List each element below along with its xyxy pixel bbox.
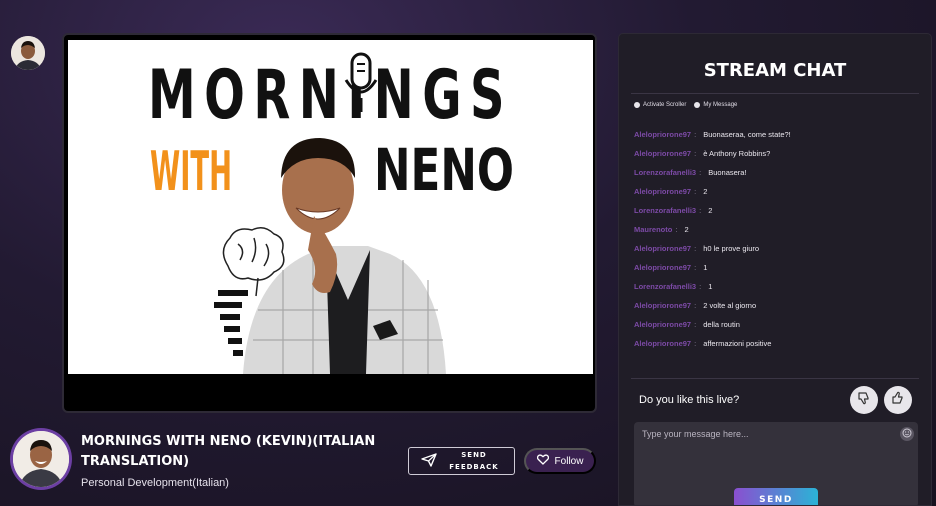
streamer-avatar[interactable] [10,428,72,490]
chat-text: è Anthony Robbins? [703,149,771,158]
chat-text: 2 [703,187,708,196]
chat-options: Activate Scroller My Message [634,102,737,108]
chat-username[interactable]: Alelopriorone97 [634,339,691,348]
heart-icon [536,454,549,468]
chat-message-input[interactable] [642,426,882,442]
stream-title: MORNINGS WITH NENO (KEVIN)(ITALIAN TRANS… [81,434,376,469]
chat-message: Lorenzorafanelli3:1 [634,282,713,291]
chat-username[interactable]: Alelopriorone97 [634,320,691,329]
user-avatar[interactable] [11,36,45,70]
my-message-label: My Message [703,102,738,108]
chat-text: Buonasera! [708,168,747,177]
chat-text: Buonaseraa, come state?! [703,130,791,139]
thumbs-up-button[interactable] [884,386,912,414]
chat-message-list[interactable]: Alelopriorone97: Buonaseraa, come state?!… [634,125,924,353]
chat-username[interactable]: Lorenzorafanelli3 [634,168,696,177]
chat-username[interactable]: Alelopriorone97 [634,301,691,310]
send-button[interactable]: SEND [734,488,818,505]
activate-scroller-toggle[interactable]: Activate Scroller [634,102,686,108]
video-poster: MORNINGS WITH NENO [68,40,593,374]
send-feedback-button[interactable]: SEND FEEDBACK [408,447,515,475]
chat-divider [631,93,919,94]
chat-username[interactable]: Alelopriorone97 [634,130,691,139]
chat-message: Alelopriorone97: h0 le prove giuro [634,244,760,253]
emoji-button[interactable] [900,427,914,441]
chat-username[interactable]: Alelopriorone97 [634,187,691,196]
chat-text: 2 volte al giorno [703,301,757,310]
thumbs-down-icon [857,391,871,410]
poster-title-mornings: MORNINGS [148,56,513,135]
chat-message: Alelopriorone97: affermazioni positive [634,339,772,348]
radio-dot-icon [634,102,640,108]
chat-message: Alelopriorone97: della routin [634,320,740,329]
chat-divider [631,378,919,379]
chat-text: 2 [708,206,713,215]
chat-message: Alelopriorone97: è Anthony Robbins? [634,149,771,158]
thumbs-up-icon [891,391,905,410]
my-message-toggle[interactable]: My Message [694,102,737,108]
chat-username[interactable]: Lorenzorafanelli3 [634,282,696,291]
activate-scroller-label: Activate Scroller [643,102,687,108]
chat-text: 2 [684,225,689,234]
poster-title-neno: NENO [374,136,514,204]
chat-username[interactable]: Alelopriorone97 [634,149,691,158]
emoji-icon [902,425,912,443]
follow-label: Follow [554,455,584,467]
chat-username[interactable]: Alelopriorone97 [634,263,691,272]
paper-plane-icon [421,452,437,470]
chat-message: Alelopriorone97:2 [634,187,708,196]
send-feedback-label: SEND FEEDBACK [449,451,499,471]
stream-chat-panel: STREAM CHAT Activate Scroller My Message… [618,33,932,506]
poster-title-with: WITH [150,140,232,203]
thumbs-down-button[interactable] [850,386,878,414]
chat-message: Lorenzorafanelli3:2 [634,206,713,215]
chat-message: Lorenzorafanelli3: Buonasera! [634,168,747,177]
chat-text: 1 [703,263,708,272]
follow-button[interactable]: Follow [524,448,596,474]
chat-text: affermazioni positive [703,339,772,348]
chat-text: della routin [703,320,740,329]
chat-title: STREAM CHAT [703,60,847,81]
chat-message: Alelopriorone97: Buonaseraa, come state?! [634,130,791,139]
radio-dot-icon [694,102,701,108]
chat-message: Alelopriorone97:1 [634,263,708,272]
chat-username[interactable]: Maurenoto [634,225,672,234]
like-question: Do you like this live? [639,394,740,406]
chat-username[interactable]: Lorenzorafanelli3 [634,206,696,215]
chat-message: Maurenoto:2 [634,225,689,234]
chat-text: 1 [708,282,713,291]
chat-username[interactable]: Alelopriorone97 [634,244,691,253]
chat-message: Alelopriorone97:2 volte al giorno [634,301,757,310]
stream-category[interactable]: Personal Development(Italian) [81,477,229,489]
chat-text: h0 le prove giuro [703,244,760,253]
video-player[interactable]: MORNINGS WITH NENO [62,33,597,413]
dotted-bolt-graphic [214,290,248,356]
